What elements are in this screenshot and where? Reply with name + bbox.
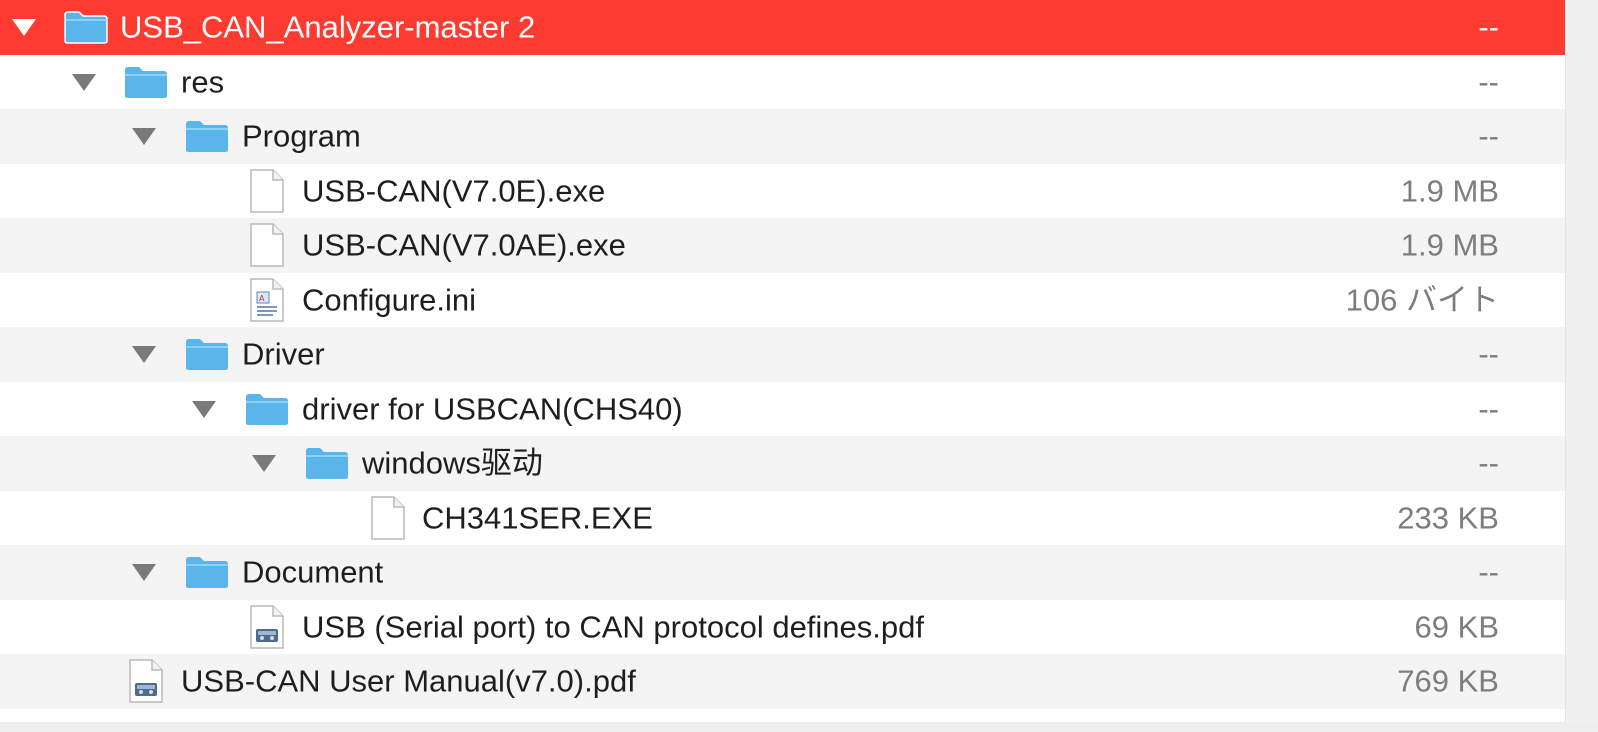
item-name: USB_CAN_Analyzer-master 2: [120, 9, 536, 45]
list-row-document[interactable]: Document --: [0, 545, 1565, 600]
item-size: --: [1478, 445, 1499, 481]
list-row-usb-can-v70e-exe[interactable]: USB-CAN(V7.0E).exe 1.9 MB: [0, 163, 1565, 218]
svg-text:A: A: [259, 294, 265, 303]
disclosure-triangle-icon[interactable]: [252, 455, 276, 473]
list-row-usb-can-v70ae-exe[interactable]: USB-CAN(V7.0AE).exe 1.9 MB: [0, 218, 1565, 273]
folder-icon: [185, 337, 229, 371]
item-name: res: [181, 64, 225, 100]
pdf-document-icon: [128, 659, 164, 703]
item-name: CH341SER.EXE: [422, 500, 653, 536]
disclosure-triangle-icon[interactable]: [132, 564, 156, 582]
disclosure-triangle-icon[interactable]: [192, 400, 216, 418]
item-size: 769 KB: [1397, 663, 1499, 699]
list-row-protocol-defines-pdf[interactable]: USB (Serial port) to CAN protocol define…: [0, 599, 1565, 654]
item-name: Driver: [242, 336, 325, 372]
item-size: --: [1478, 118, 1499, 154]
list-row-program[interactable]: Program --: [0, 109, 1565, 164]
item-size: --: [1478, 336, 1499, 372]
item-name: Program: [242, 118, 361, 154]
text-document-icon: A: [249, 278, 285, 322]
document-icon: [370, 496, 406, 540]
item-size: 106 バイト: [1345, 282, 1499, 318]
disclosure-triangle-icon[interactable]: [132, 346, 156, 364]
item-size: --: [1478, 9, 1499, 45]
item-size: 1.9 MB: [1400, 173, 1499, 209]
item-name: USB-CAN(V7.0AE).exe: [302, 227, 626, 263]
list-bottom-edge: [0, 722, 1598, 732]
disclosure-triangle-icon[interactable]: [72, 73, 96, 91]
finder-list-view: USB_CAN_Analyzer-master 2 -- res -- Prog…: [0, 0, 1598, 732]
item-size: --: [1478, 391, 1499, 427]
item-name: USB (Serial port) to CAN protocol define…: [302, 609, 924, 645]
folder-icon: [124, 65, 168, 99]
item-name: Document: [242, 554, 384, 590]
list-row-driver-for-usbcan[interactable]: driver for USBCAN(CHS40) --: [0, 381, 1565, 436]
folder-icon: [305, 446, 349, 480]
folder-icon: [185, 119, 229, 153]
list-row-windows-driver[interactable]: windows驱动 --: [0, 436, 1565, 491]
list-row-user-manual-pdf[interactable]: USB-CAN User Manual(v7.0).pdf 769 KB: [0, 654, 1565, 709]
list-row-usb-can-analyzer-master-2[interactable]: USB_CAN_Analyzer-master 2 --: [0, 0, 1565, 55]
item-size: --: [1478, 554, 1499, 590]
list-row-configure-ini[interactable]: A Configure.ini 106 バイト: [0, 272, 1565, 327]
document-icon: [249, 169, 285, 213]
pdf-document-icon: [249, 605, 285, 649]
list-row-res[interactable]: res --: [0, 54, 1565, 109]
document-icon: [249, 223, 285, 267]
item-size: 233 KB: [1397, 500, 1499, 536]
vertical-scrollbar[interactable]: [1565, 0, 1598, 732]
item-size: 69 KB: [1414, 609, 1499, 645]
item-name: USB-CAN(V7.0E).exe: [302, 173, 606, 209]
item-name: USB-CAN User Manual(v7.0).pdf: [181, 663, 636, 699]
item-name: windows驱动: [362, 445, 543, 481]
folder-icon: [185, 555, 229, 589]
item-name: Configure.ini: [302, 282, 477, 318]
disclosure-triangle-icon[interactable]: [132, 128, 156, 146]
list-row-ch341ser-exe[interactable]: CH341SER.EXE 233 KB: [0, 490, 1565, 545]
folder-icon: [64, 10, 108, 44]
item-size: 1.9 MB: [1400, 227, 1499, 263]
item-name: driver for USBCAN(CHS40): [302, 391, 683, 427]
disclosure-triangle-icon[interactable]: [12, 19, 36, 37]
folder-icon: [245, 392, 289, 426]
list-row-driver[interactable]: Driver --: [0, 327, 1565, 382]
item-size: --: [1478, 64, 1499, 100]
